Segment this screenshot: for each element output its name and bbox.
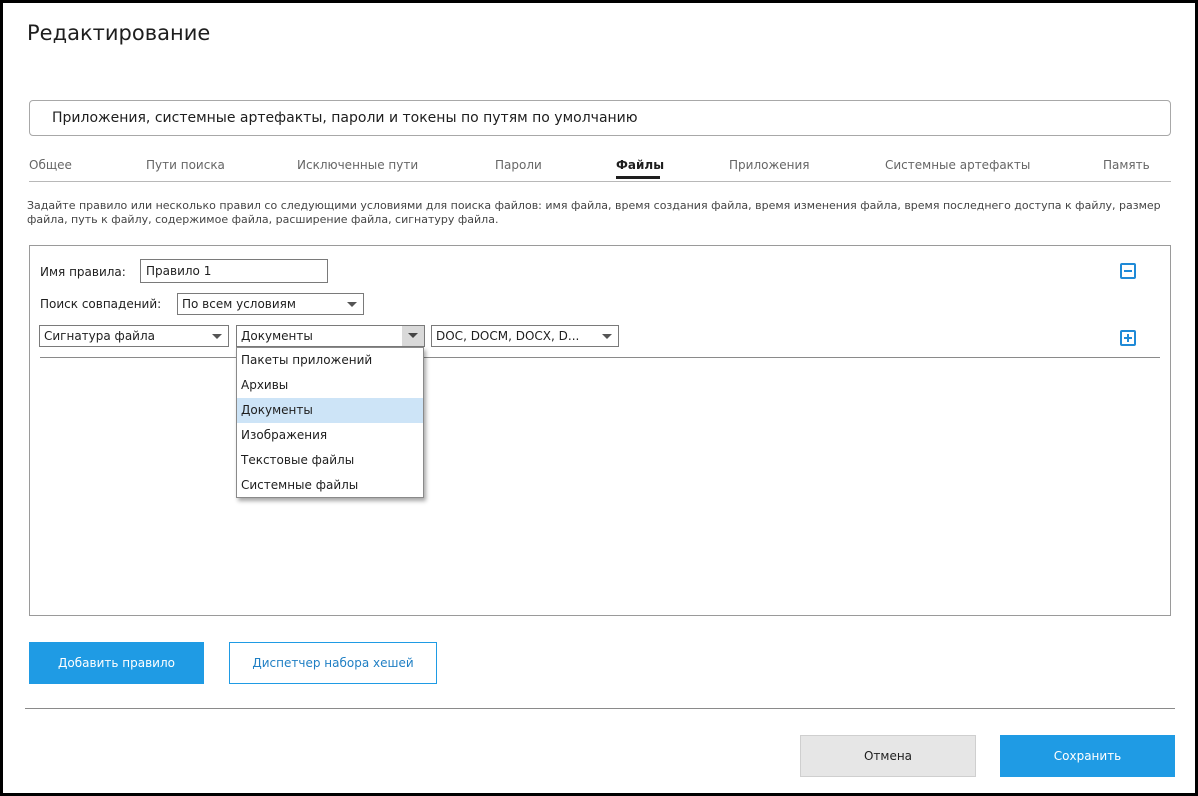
dropdown-option-system-files[interactable]: Системные файлы [237,473,423,498]
cancel-button[interactable]: Отмена [800,735,976,777]
tab-system-artifacts[interactable]: Системные артефакты [885,158,1030,172]
condition-category-value: Документы [241,329,313,343]
category-dropdown-list: Пакеты приложений Архивы Документы Изобр… [236,347,424,498]
minus-bar [1124,270,1132,272]
match-mode-label: Поиск совпадений: [40,297,162,311]
chevron-down-icon [408,333,418,338]
profile-name-field[interactable]: Приложения, системные артефакты, пароли … [29,100,1171,136]
condition-extensions-select[interactable]: DOC, DOCM, DOCX, D... [431,325,619,347]
chevron-down-icon [212,334,222,339]
footer-divider [25,708,1175,709]
rule-name-input[interactable]: Правило 1 [140,259,328,283]
match-mode-select[interactable]: По всем условиям [177,293,364,315]
tab-search-paths[interactable]: Пути поиска [146,158,225,172]
condition-divider [40,357,1160,358]
plus-square-icon[interactable] [1120,330,1136,346]
condition-field-value: Сигнатура файла [44,329,155,343]
condition-category-select[interactable]: Документы [236,325,425,347]
chevron-down-icon [347,302,357,307]
condition-field-select[interactable]: Сигнатура файла [39,325,229,347]
edit-dialog: Редактирование Приложения, системные арт… [0,0,1198,796]
condition-extensions-value: DOC, DOCM, DOCX, D... [436,329,580,343]
chevron-down-icon [602,334,612,339]
tab-applications[interactable]: Приложения [729,158,810,172]
dialog-title: Редактирование [27,21,211,45]
dropdown-option-images[interactable]: Изображения [237,423,423,448]
dropdown-option-archives[interactable]: Архивы [237,373,423,398]
tab-bar: Общее Пути поиска Исключенные пути Парол… [29,156,1171,182]
hash-set-manager-button[interactable]: Диспетчер набора хешей [229,642,437,684]
rule-panel: Имя правила: Правило 1 Поиск совпадений:… [29,245,1171,616]
files-description: Задайте правило или несколько правил со … [27,199,1161,226]
tab-passwords[interactable]: Пароли [495,158,542,172]
match-mode-value: По всем условиям [182,297,296,311]
dropdown-option-documents[interactable]: Документы [237,398,423,423]
rule-name-label: Имя правила: [40,265,126,279]
tab-files[interactable]: Файлы [616,158,664,172]
minus-square-icon[interactable] [1120,263,1136,279]
add-rule-button[interactable]: Добавить правило [29,642,204,684]
tab-excluded-paths[interactable]: Исключенные пути [297,158,418,172]
active-tab-indicator [616,176,660,179]
tab-memory[interactable]: Память [1103,158,1150,172]
tab-general[interactable]: Общее [29,158,72,172]
dropdown-arrow-button[interactable] [402,326,424,346]
dropdown-option-text-files[interactable]: Текстовые файлы [237,448,423,473]
plus-bar-vertical [1127,334,1129,342]
dropdown-option-app-packages[interactable]: Пакеты приложений [237,348,423,373]
save-button[interactable]: Сохранить [1000,735,1175,777]
